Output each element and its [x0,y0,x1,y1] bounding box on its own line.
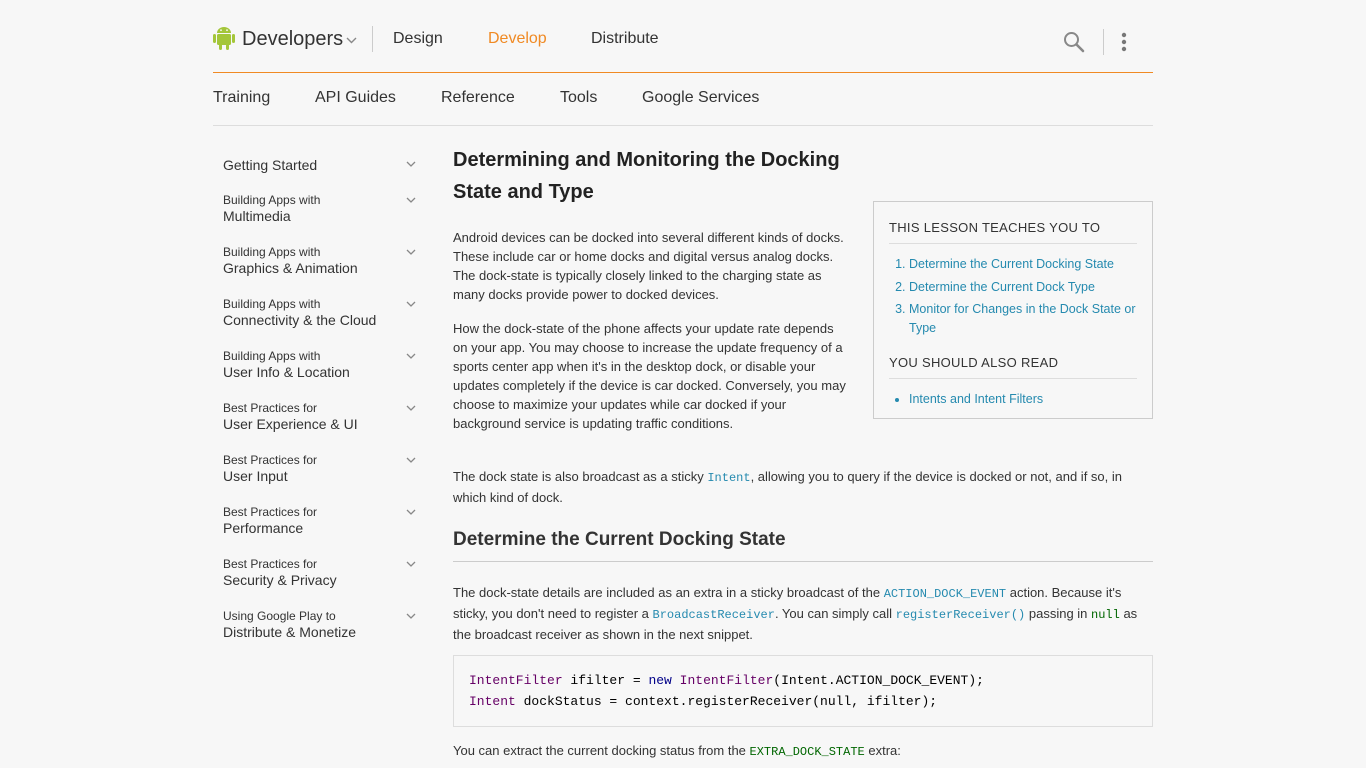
intro-paragraph-1: Android devices can be docked into sever… [453,230,844,302]
more-menu-icon[interactable] [1121,32,1127,52]
sidebar-item-google-play[interactable]: Using Google Play to Distribute & Moneti… [223,608,423,640]
extract-paragraph: You can extract the current docking stat… [453,743,901,759]
nav-develop[interactable]: Develop [488,30,547,48]
lesson-teaches-heading: THIS LESSON TEACHES YOU TO [889,220,1137,244]
subnav-api-guides[interactable]: API Guides [315,89,396,107]
section-heading: Determine the Current Docking State [453,529,1153,562]
lesson-link-current-docking-state[interactable]: Determine the Current Docking State [909,257,1114,271]
sidebar-item-user-input[interactable]: Best Practices for User Input [223,452,423,484]
intro-paragraph-3: The dock state is also broadcast as a st… [453,469,1122,505]
lesson-link-monitor-changes[interactable]: Monitor for Changes in the Dock State or… [909,302,1136,335]
lesson-read-list: Intents and Intent Filters [889,390,1137,413]
sub-nav-bar: Training API Guides Reference Tools Goog… [213,73,1153,126]
lesson-teaches-list: Determine the Current Docking State Dete… [889,255,1137,341]
list-item: Determine the Current Docking State [909,255,1137,274]
chevron-down-icon[interactable] [406,561,416,567]
intent-link[interactable]: Intent [707,471,750,485]
null-code: null [1091,608,1120,622]
sidebar-item-user-info[interactable]: Building Apps with User Info & Location [223,348,423,380]
register-receiver-link[interactable]: registerReceiver() [896,608,1026,622]
sidebar-item-connectivity[interactable]: Building Apps with Connectivity & the Cl… [223,296,423,328]
top-bar: Developers Design Develop Distribute [213,0,1153,73]
chevron-down-icon[interactable] [406,509,416,515]
subnav-training[interactable]: Training [213,89,270,107]
sidebar-item-getting-started[interactable]: Getting Started [223,153,423,177]
page-title: Determining and Monitoring the Docking S… [453,149,840,203]
chevron-down-icon[interactable] [406,405,416,411]
list-item: Monitor for Changes in the Dock State or… [909,300,1137,337]
chevron-down-icon[interactable] [406,249,416,255]
search-icon[interactable] [1063,31,1085,53]
chevron-down-icon[interactable] [346,35,357,46]
sidebar-item-security[interactable]: Best Practices for Security & Privacy [223,556,423,588]
subnav-google-services[interactable]: Google Services [642,89,759,107]
intro-paragraph-2: How the dock-state of the phone affects … [453,321,846,431]
sidebar-item-performance[interactable]: Best Practices for Performance [223,504,423,536]
nav-distribute[interactable]: Distribute [591,30,659,48]
chevron-down-icon[interactable] [406,457,416,463]
list-item: Determine the Current Dock Type [909,278,1137,297]
sidebar-item-multimedia[interactable]: Building Apps with Multimedia [223,192,423,224]
chevron-down-icon[interactable] [406,161,416,167]
sidebar-item-ux[interactable]: Best Practices for User Experience & UI [223,400,423,432]
nav-design[interactable]: Design [393,30,443,48]
lesson-box: THIS LESSON TEACHES YOU TO Determine the… [873,201,1153,419]
extra-dock-state-code: EXTRA_DOCK_STATE [749,745,865,759]
chevron-down-icon[interactable] [406,197,416,203]
broadcast-receiver-link[interactable]: BroadcastReceiver [653,608,775,622]
subnav-reference[interactable]: Reference [441,89,515,107]
subnav-tools[interactable]: Tools [560,89,597,107]
code-snippet: IntentFilter ifilter = new IntentFilter(… [453,655,1153,727]
lesson-link-dock-type[interactable]: Determine the Current Dock Type [909,280,1095,294]
list-item: Intents and Intent Filters [909,390,1137,409]
chevron-down-icon[interactable] [406,613,416,619]
chevron-down-icon[interactable] [406,301,416,307]
page-header: Developers Design Develop Distribute Tra… [213,0,1153,126]
divider [372,26,373,52]
lesson-read-heading: YOU SHOULD ALSO READ [889,355,1137,379]
brand-link[interactable]: Developers [242,28,343,51]
code-line-2: Intent dockStatus = context.registerRece… [469,694,938,709]
chevron-down-icon[interactable] [406,353,416,359]
action-dock-event-link[interactable]: ACTION_DOCK_EVENT [884,587,1006,601]
sidebar-item-graphics[interactable]: Building Apps with Graphics & Animation [223,244,423,276]
read-link-intents[interactable]: Intents and Intent Filters [909,392,1043,406]
code-line-1: IntentFilter ifilter = new IntentFilter(… [469,673,984,688]
divider [1103,29,1104,55]
android-logo-icon[interactable] [213,26,235,50]
section-paragraph: The dock-state details are included as a… [453,585,1138,642]
